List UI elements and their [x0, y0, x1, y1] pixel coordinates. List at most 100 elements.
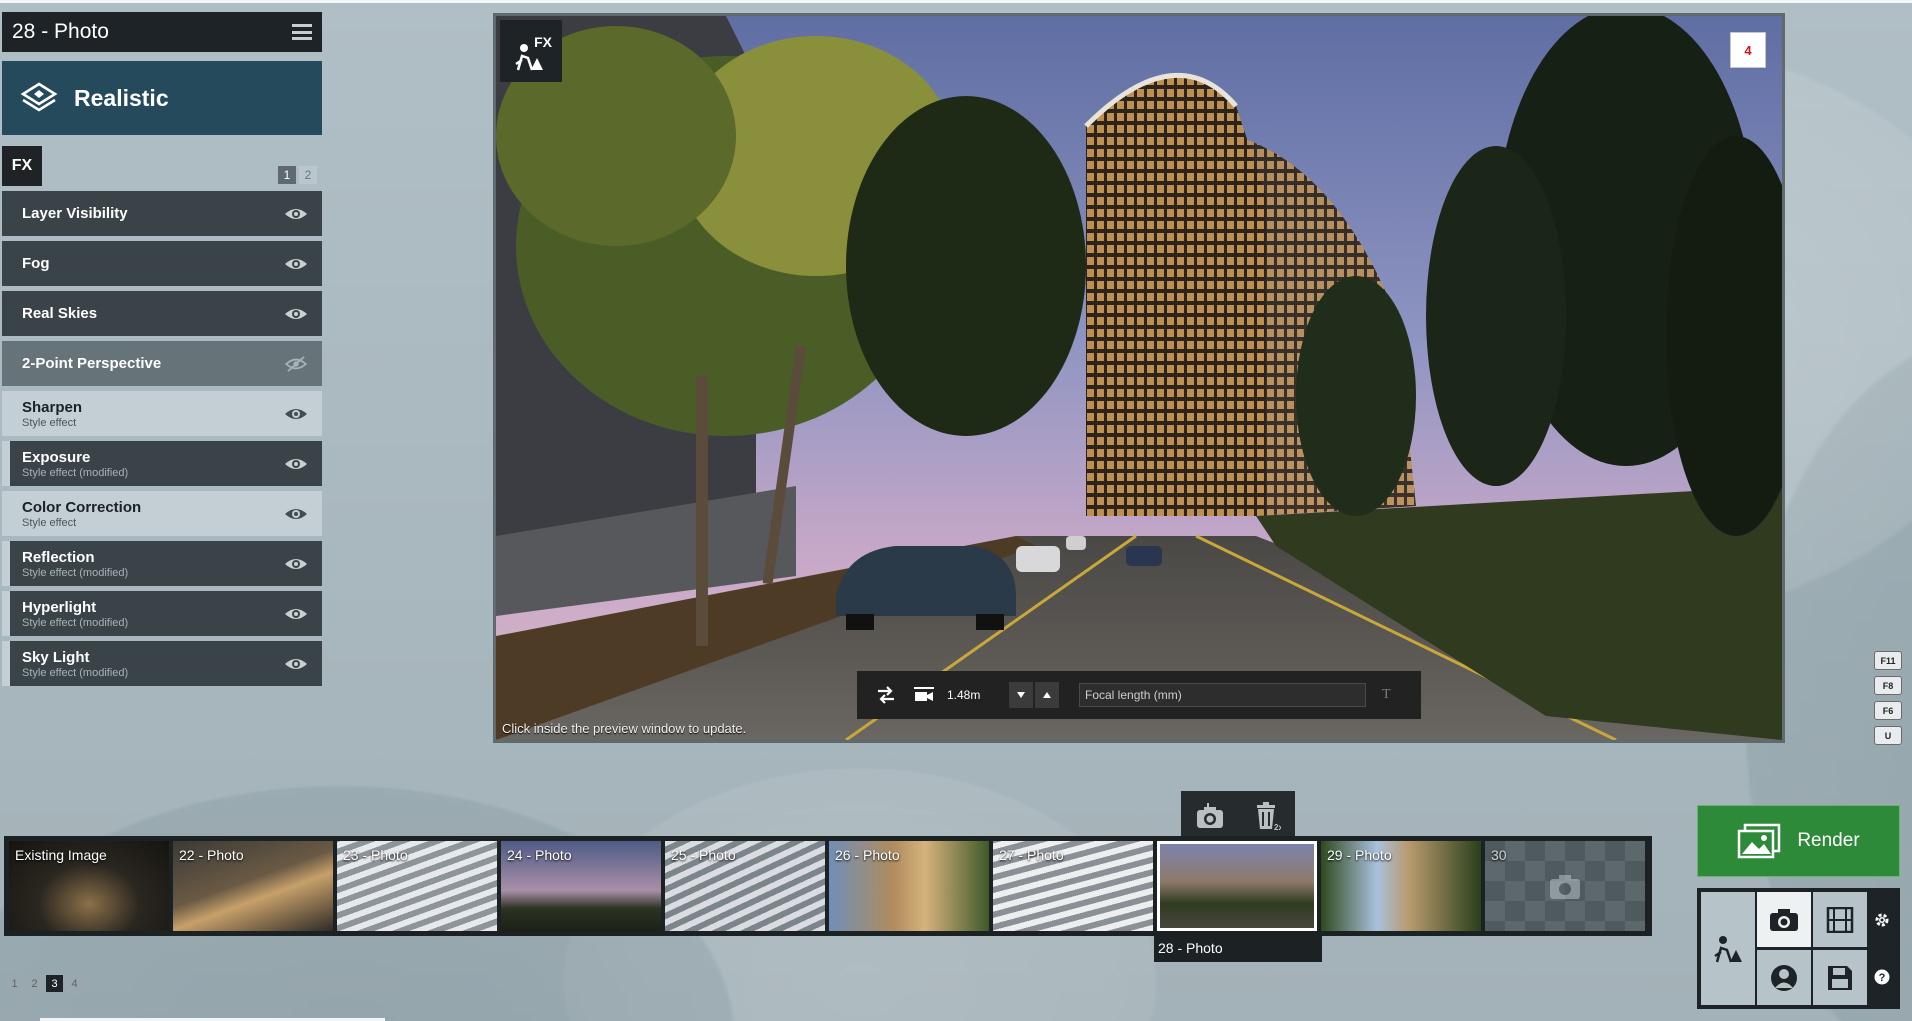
style-selector[interactable]: Realistic — [2, 61, 322, 135]
preview-image — [496, 16, 1782, 740]
effect-accent — [2, 641, 10, 686]
effect-subtitle: Style effect (modified) — [22, 616, 129, 629]
effect-fog[interactable]: Fog — [2, 241, 322, 286]
svg-text:2x: 2x — [1274, 823, 1281, 831]
eye-icon[interactable] — [284, 656, 308, 672]
thumbnail-25[interactable]: 25 - Photo — [665, 841, 825, 931]
effect-name: Exposure — [22, 448, 91, 466]
fkey-f6[interactable]: F6 — [1874, 701, 1902, 720]
camera-height-value: 1.48m — [947, 688, 981, 702]
height-increase-button[interactable] — [1035, 682, 1059, 708]
save-button[interactable] — [1813, 950, 1867, 1005]
thumbnail-label: 25 - Photo — [671, 847, 736, 863]
help-icon[interactable]: ? — [1874, 969, 1890, 985]
effect-accent — [2, 541, 10, 586]
height-decrease-button[interactable] — [1009, 682, 1033, 708]
caret-down-icon — [1017, 692, 1025, 698]
thumbnail-existing-image[interactable]: Existing Image — [9, 841, 169, 931]
thumbnail-22[interactable]: 22 - Photo — [173, 841, 333, 931]
pager-page-4[interactable]: 4 — [66, 975, 83, 992]
film-strip-icon — [1826, 906, 1854, 933]
eye-icon[interactable] — [284, 556, 308, 572]
effect-real-skies[interactable]: Real Skies — [2, 291, 322, 336]
effect-sharpen[interactable]: Sharpen Style effect — [2, 391, 322, 436]
pager-page-2[interactable]: 2 — [26, 975, 43, 992]
thumbnail-23[interactable]: 23 - Photo — [337, 841, 497, 931]
fx-page-1[interactable]: 1 — [278, 166, 296, 184]
thumbnail-label: 30 — [1491, 847, 1507, 863]
thumbnail-label: 26 - Photo — [835, 847, 900, 863]
fx-effects-badge[interactable]: FX — [500, 20, 562, 82]
eye-icon[interactable] — [284, 506, 308, 522]
thumbnail-27[interactable]: 27 - Photo — [993, 841, 1153, 931]
menu-icon[interactable] — [292, 24, 312, 40]
eye-icon[interactable] — [284, 406, 308, 422]
eye-icon[interactable] — [284, 606, 308, 622]
preview-window[interactable]: FX 4 Click inside the preview window to … — [493, 13, 1785, 743]
mode-panel: ? — [1697, 888, 1900, 1009]
thumbnail-28-selected[interactable] — [1157, 841, 1317, 931]
camera-placeholder-icon — [1550, 875, 1580, 899]
focal-length-input[interactable] — [1079, 683, 1366, 707]
fx-tab[interactable]: FX — [2, 146, 42, 186]
thumbnail-24[interactable]: 24 - Photo — [501, 841, 661, 931]
eye-icon[interactable] — [284, 206, 308, 222]
swap-view-button[interactable] — [871, 680, 901, 710]
render-button[interactable]: Render — [1697, 805, 1900, 877]
fkey-f8[interactable]: F8 — [1874, 676, 1902, 695]
camera-toolbar: 1.48m T — [857, 671, 1421, 719]
effect-name: Real Skies — [22, 305, 98, 322]
filmstrip: Existing Image 22 - Photo 23 - Photo 24 … — [4, 836, 1652, 936]
effect-sky-light[interactable]: Sky Light Style effect (modified) — [2, 641, 322, 686]
fx-mode-button[interactable] — [1701, 892, 1755, 1005]
scene-title: 28 - Photo — [12, 20, 109, 43]
thumbnail-30-empty[interactable]: 30 — [1485, 841, 1645, 931]
effect-subtitle: Style effect — [22, 416, 77, 429]
pager-page-1[interactable]: 1 — [6, 975, 23, 992]
thumbnail-label: 29 - Photo — [1327, 847, 1392, 863]
fkey-u[interactable]: U — [1874, 726, 1902, 745]
effect-2-point-perspective[interactable]: 2-Point Perspective — [2, 341, 322, 386]
function-key-hints: F11 F8 F6 U — [1874, 651, 1902, 745]
effect-name: Color Correction — [22, 498, 142, 516]
text-icon[interactable]: T — [1382, 687, 1391, 703]
add-snapshot-button[interactable] — [1193, 799, 1227, 833]
effect-reflection[interactable]: Reflection Style effect (modified) — [2, 541, 322, 586]
filmstrip-actions: 2x — [1181, 791, 1295, 840]
scene-header: 28 - Photo — [2, 12, 322, 52]
panorama-mode-button[interactable] — [1757, 950, 1811, 1005]
fkey-f11[interactable]: F11 — [1874, 651, 1902, 670]
fx-page-2[interactable]: 2 — [299, 166, 317, 184]
notification-count-badge[interactable]: 4 — [1730, 32, 1766, 68]
delete-snapshots-button[interactable]: 2x — [1250, 799, 1284, 833]
thumbnail-29[interactable]: 29 - Photo — [1321, 841, 1481, 931]
eye-icon[interactable] — [284, 456, 308, 472]
caret-up-icon — [1043, 692, 1051, 698]
effect-name: Sharpen — [22, 398, 83, 416]
effect-name: Sky Light — [22, 648, 90, 666]
effect-accent — [2, 591, 10, 636]
eye-off-icon[interactable] — [284, 355, 308, 372]
camera-icon — [1196, 802, 1223, 828]
movie-mode-button[interactable] — [1813, 892, 1867, 947]
render-label: Render — [1797, 830, 1860, 851]
effect-color-correction[interactable]: Color Correction Style effect — [2, 491, 322, 536]
thumbnail-label: 27 - Photo — [999, 847, 1064, 863]
thumbnail-label: 23 - Photo — [343, 847, 408, 863]
effect-subtitle: Style effect (modified) — [22, 666, 129, 679]
eye-icon[interactable] — [284, 306, 308, 322]
thumbnail-26[interactable]: 26 - Photo — [829, 841, 989, 931]
save-icon — [1828, 965, 1852, 990]
image-render-icon — [1738, 823, 1781, 859]
effect-subtitle: Style effect — [22, 516, 77, 529]
eye-icon[interactable] — [284, 256, 308, 272]
effect-layer-visibility[interactable]: Layer Visibility — [2, 191, 322, 236]
svg-text:?: ? — [1879, 972, 1886, 984]
pager-page-3[interactable]: 3 — [46, 975, 63, 992]
effect-hyperlight[interactable]: Hyperlight Style effect (modified) — [2, 591, 322, 636]
effect-name: Hyperlight — [22, 598, 97, 616]
camera-height-button[interactable] — [909, 680, 939, 710]
gear-icon[interactable] — [1874, 912, 1890, 928]
effect-exposure[interactable]: Exposure Style effect (modified) — [2, 441, 322, 486]
photo-mode-button[interactable] — [1757, 892, 1811, 947]
